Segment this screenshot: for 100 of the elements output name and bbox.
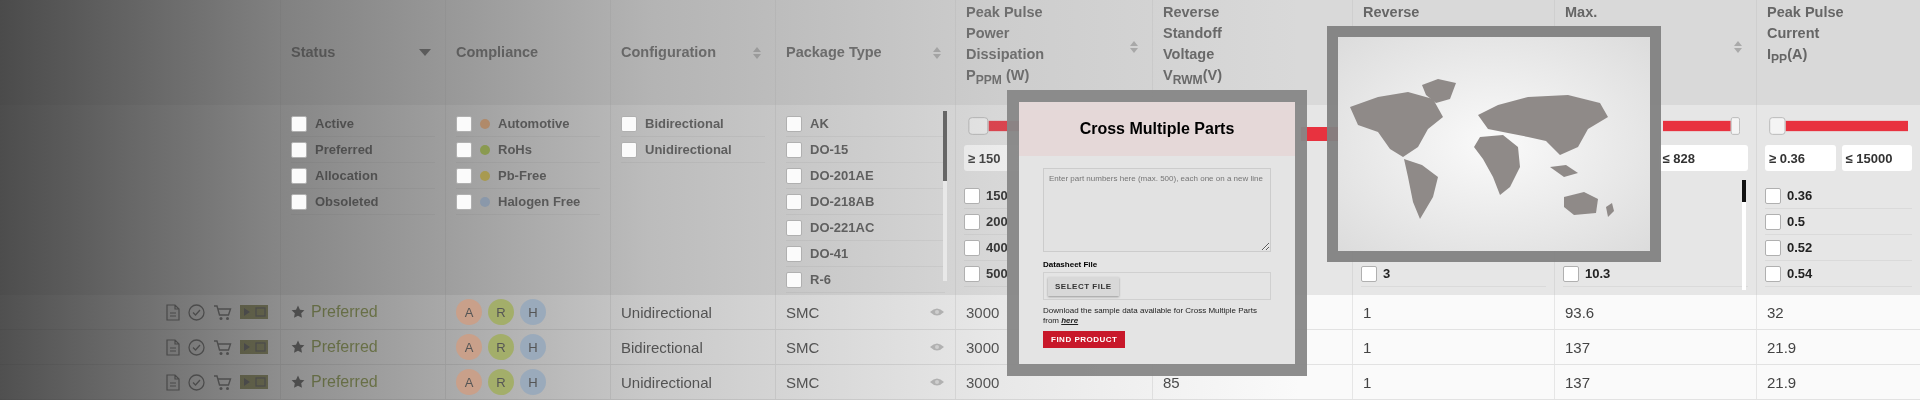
filter-option[interactable]: 200 [986,214,1008,229]
filter-option[interactable]: Preferred [315,142,373,157]
table-cell: 21.9 [1767,338,1797,356]
checkbox[interactable] [964,265,980,282]
filter-option[interactable]: Allocation [315,168,378,183]
checkbox[interactable] [964,239,980,256]
status-text: Preferred [311,303,378,321]
document-icon[interactable] [166,303,180,321]
range-input[interactable]: ≤ 15000 [1841,145,1912,171]
column-header[interactable]: Peak Pulse Current I$_{PP}$(A) [1767,2,1844,70]
filter-option[interactable]: DO-41 [810,246,849,261]
checkbox[interactable] [456,167,472,184]
checkbox[interactable] [786,193,802,210]
checkbox[interactable] [1563,265,1579,282]
filter-option[interactable]: 500 [986,266,1008,281]
filter-option[interactable]: Pb-Free [498,168,547,183]
filter-option[interactable]: Obsoleted [315,194,379,209]
column-header[interactable]: Reverse Standoff Voltage V$_{RWM}$(V) [1163,2,1222,91]
checkbox[interactable] [291,115,307,132]
table-cell: SMC [786,303,820,321]
filter-option[interactable]: Unidirectional [645,142,732,157]
file-drop-field[interactable]: SELECT FILE [1043,272,1271,300]
filter-option[interactable]: 0.36 [1787,188,1813,203]
checkbox[interactable] [786,115,802,132]
checkbox[interactable] [786,141,802,158]
part-numbers-field[interactable]: Enter part numbers here (max. 500), each one on a new line [1043,168,1271,252]
filter-option[interactable]: 3 [1383,266,1391,281]
table-cell: 137 [1565,338,1591,356]
compliance-badge: H [520,334,546,360]
cart-icon[interactable] [213,303,232,321]
eye-icon[interactable] [929,307,945,317]
eye-icon[interactable] [929,342,945,352]
checkbox[interactable] [1765,213,1781,230]
document-icon[interactable] [166,373,180,391]
filter-option[interactable]: Halogen Free [498,194,581,209]
checkbox[interactable] [456,115,472,132]
scrollbar[interactable] [943,111,947,281]
checkbox[interactable] [456,141,472,158]
media-icon[interactable] [240,340,268,354]
sort-icon[interactable] [1734,40,1742,54]
filter-option[interactable]: 0.5 [1787,214,1806,229]
column-header[interactable]: Configuration [621,42,717,63]
check-circle-icon[interactable] [188,338,205,356]
column-header[interactable]: Compliance [456,42,539,63]
sort-icon[interactable] [753,45,761,60]
column-header[interactable]: Max. [1565,2,1598,23]
checkbox[interactable] [1765,265,1781,282]
check-circle-icon[interactable] [188,373,205,391]
range-slider-drawing[interactable] [1663,117,1740,135]
filter-option[interactable]: Active [315,116,355,131]
download-link[interactable]: here [1061,316,1079,325]
checkbox[interactable] [291,141,307,158]
range-input[interactable]: ≥ 0.36 [1765,145,1836,171]
checkbox[interactable] [621,115,637,132]
column-header[interactable]: Peak Pulse Power Dissipation P$_{PPM}$ (W) [966,2,1045,91]
filter-option[interactable]: R-6 [810,272,831,287]
table-cell: Bidirectional [621,338,703,356]
filter-option[interactable]: 10.3 [1585,266,1611,281]
checkbox[interactable] [964,187,980,204]
find-product-button[interactable]: FIND PRODUCT [1043,331,1126,348]
filter-option[interactable]: AK [810,116,829,131]
sort-icon[interactable] [1130,40,1138,54]
checkbox[interactable] [964,213,980,230]
filter-option[interactable]: DO-15 [810,142,849,157]
document-icon[interactable] [166,338,180,356]
filter-option[interactable]: RoHs [498,142,532,157]
eye-icon[interactable] [929,377,945,387]
check-circle-icon[interactable] [188,303,205,321]
checkbox[interactable] [1765,239,1781,256]
select-file-button[interactable]: SELECT FILE [1048,276,1119,296]
checkbox[interactable] [1765,187,1781,204]
checkbox[interactable] [1361,265,1377,282]
range-input[interactable]: ≤ 828 [1658,145,1748,171]
checkbox[interactable] [456,193,472,210]
filter-option[interactable]: 150 [986,188,1008,203]
media-icon[interactable] [240,305,268,319]
checkbox[interactable] [786,245,802,262]
filter-option[interactable]: 0.54 [1787,266,1813,281]
column-header[interactable]: Package Type [786,42,882,63]
checkbox[interactable] [621,141,637,158]
filter-option[interactable]: Bidirectional [645,116,724,131]
filter-option[interactable]: DO-201AE [810,168,874,183]
filter-option[interactable]: 0.52 [1787,240,1813,255]
column-header[interactable]: Reverse [1363,2,1420,23]
filter-option[interactable]: DO-221AC [810,220,875,235]
caret-icon[interactable] [419,49,431,56]
range-slider-drawing[interactable] [1769,117,1908,135]
checkbox[interactable] [786,167,802,184]
cart-icon[interactable] [213,338,232,356]
compliance-badge: R [488,334,514,360]
media-icon[interactable] [240,375,268,389]
filter-option[interactable]: DO-218AB [810,194,875,209]
cart-icon[interactable] [213,373,232,391]
checkbox[interactable] [786,271,802,288]
checkbox[interactable] [291,167,307,184]
checkbox[interactable] [291,193,307,210]
checkbox[interactable] [786,219,802,236]
filter-option[interactable]: Automotive [498,116,570,131]
filter-option[interactable]: 400 [986,240,1008,255]
sort-icon[interactable] [933,45,941,60]
